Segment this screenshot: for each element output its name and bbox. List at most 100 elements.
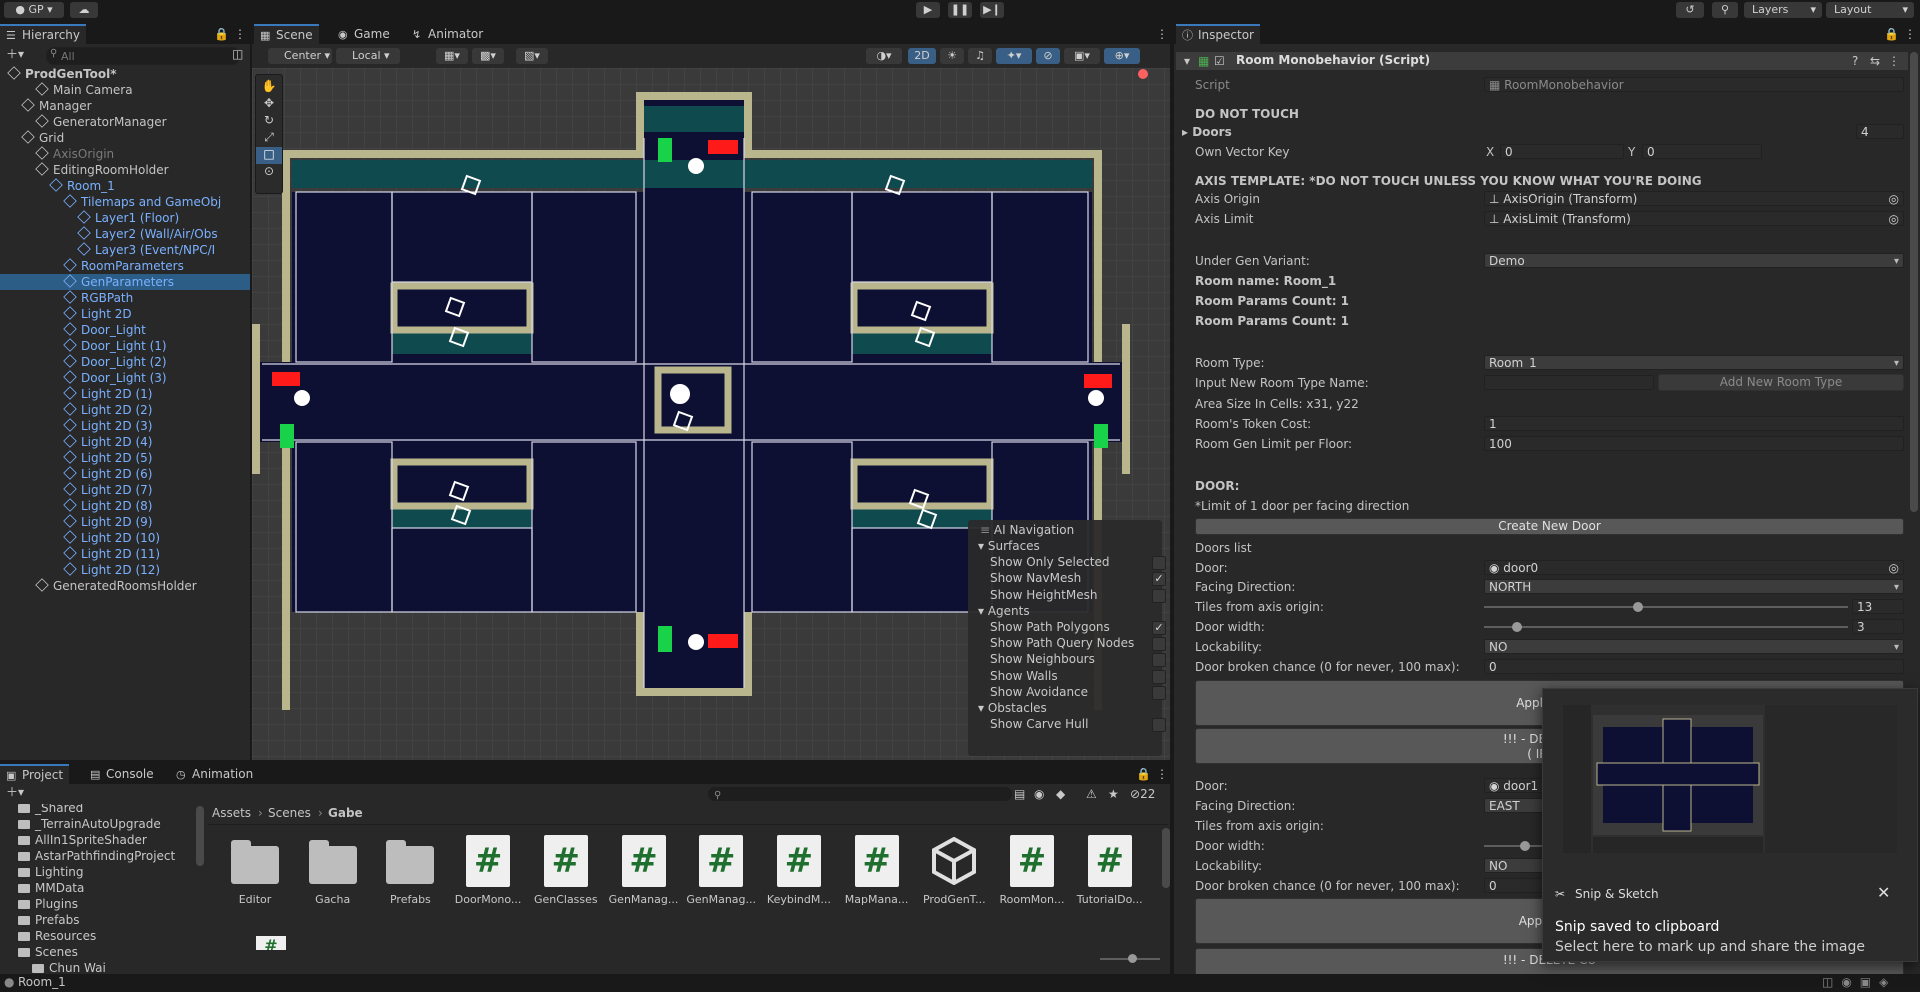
- asset-item[interactable]: # GenManag...: [609, 833, 679, 906]
- project-folder-item[interactable]: Lighting: [18, 864, 84, 880]
- asset-item[interactable]: ProdGenT...: [919, 833, 989, 906]
- hierarchy-item[interactable]: Door_Light: [0, 322, 250, 338]
- zoom-slider-knob[interactable]: [1128, 954, 1137, 963]
- checkbox[interactable]: ✓: [1152, 572, 1166, 587]
- new-room-type-input[interactable]: [1484, 375, 1654, 390]
- tab-console[interactable]: ▤ Console: [84, 765, 160, 784]
- tab-animator[interactable]: ↯ Animator: [406, 25, 489, 44]
- snap-increment-icon[interactable]: ▩▾: [472, 48, 504, 64]
- doors-foldout[interactable]: ▸ Doors: [1182, 124, 1232, 140]
- hierarchy-item[interactable]: Door_Light (3): [0, 370, 250, 386]
- checkbox[interactable]: [1152, 669, 1166, 684]
- tab-hierarchy[interactable]: ☰ Hierarchy: [0, 24, 87, 45]
- pause-button[interactable]: ❚❚: [948, 2, 972, 18]
- tab-inspector[interactable]: ⓘ Inspector: [1176, 24, 1260, 45]
- tree-scrollbar[interactable]: [196, 806, 204, 866]
- lockability-dropdown[interactable]: NO: [1484, 639, 1904, 654]
- space-dropdown[interactable]: Local ▾: [336, 48, 400, 64]
- tiles-value-field[interactable]: 13: [1852, 599, 1904, 614]
- tab-scene[interactable]: ▦ Scene: [254, 24, 319, 45]
- hidden-objects-icon[interactable]: ⊘: [1036, 48, 1060, 64]
- project-folder-item[interactable]: Chun Wai: [32, 960, 106, 974]
- hierarchy-item[interactable]: Light 2D (8): [0, 498, 250, 514]
- scene-filter-icon[interactable]: ▤: [1014, 786, 1025, 802]
- checkbox[interactable]: [1152, 637, 1166, 652]
- hierarchy-item[interactable]: Light 2D (4): [0, 434, 250, 450]
- ai-nav-option[interactable]: Show HeightMesh: [990, 588, 1097, 603]
- project-search-input[interactable]: ⚲: [708, 787, 1012, 801]
- hierarchy-item[interactable]: Light 2D (1): [0, 386, 250, 402]
- preset-icon[interactable]: ⇆: [1870, 53, 1880, 69]
- camera-icon[interactable]: ▣▾: [1064, 48, 1100, 64]
- menu-icon[interactable]: ⋮: [1156, 26, 1168, 42]
- tiles-slider-track[interactable]: [1484, 606, 1848, 608]
- checkbox[interactable]: [1152, 653, 1166, 668]
- project-folder-item[interactable]: Plugins: [18, 896, 78, 912]
- tab-animation[interactable]: ◷ Animation: [170, 765, 259, 784]
- snip-notification[interactable]: ✂ Snip & Sketch ✕ Snip saved to clipboar…: [1542, 688, 1918, 962]
- ai-nav-option[interactable]: Show Path Query Nodes: [990, 636, 1134, 651]
- layout-dropdown[interactable]: Layout ▾: [1826, 2, 1914, 18]
- ai-nav-section-header[interactable]: ▾ Surfaces: [978, 539, 1040, 554]
- hierarchy-item[interactable]: Light 2D (3): [0, 418, 250, 434]
- project-folder-item[interactable]: Resources: [18, 928, 96, 944]
- width-slider-track[interactable]: [1484, 626, 1848, 628]
- asset-item[interactable]: Prefabs: [375, 833, 445, 906]
- label-filter-icon[interactable]: ◆: [1056, 786, 1065, 802]
- hierarchy-item[interactable]: Light 2D (10): [0, 530, 250, 546]
- hierarchy-item[interactable]: Manager: [0, 98, 250, 114]
- hierarchy-item[interactable]: Layer3 (Event/NPC/I: [0, 242, 250, 258]
- account-dropdown[interactable]: ● GP ▾: [4, 2, 64, 18]
- favorite-icon[interactable]: ★: [1108, 786, 1119, 802]
- checkbox[interactable]: [1152, 685, 1166, 700]
- target-icon[interactable]: ◎: [1889, 192, 1899, 205]
- hierarchy-item[interactable]: AxisOrigin: [0, 146, 250, 162]
- hierarchy-item[interactable]: Light 2D (12): [0, 562, 250, 578]
- project-folder-item[interactable]: _TerrainAutoUpgrade: [18, 816, 161, 832]
- script-icon[interactable]: #: [256, 936, 286, 950]
- grid-snap-icon[interactable]: ▦▾: [436, 48, 468, 64]
- broken-chance-field[interactable]: 0: [1484, 659, 1904, 674]
- x-field[interactable]: 0: [1500, 144, 1624, 159]
- grid-visibility-icon[interactable]: ▧▾: [516, 48, 548, 64]
- axis-limit-field[interactable]: ⊥ AxisLimit (Transform) ◎: [1484, 211, 1904, 226]
- hierarchy-item[interactable]: Tilemaps and GameObj: [0, 194, 250, 210]
- asset-item[interactable]: # RoomMon...: [997, 833, 1067, 906]
- tiles-slider-knob[interactable]: [1632, 602, 1643, 612]
- checkbox[interactable]: ✓: [1152, 621, 1166, 635]
- ai-nav-option[interactable]: Show Walls: [990, 669, 1058, 684]
- asset-item[interactable]: Gacha: [298, 833, 368, 906]
- project-folder-item[interactable]: _Shared: [18, 804, 83, 816]
- hierarchy-item[interactable]: GenParameters: [0, 274, 250, 290]
- hidden-count-icon[interactable]: ⊘22: [1130, 786, 1155, 802]
- hierarchy-item[interactable]: Light 2D (2): [0, 402, 250, 418]
- hierarchy-item[interactable]: Light 2D: [0, 306, 250, 322]
- project-folder-item[interactable]: Scenes: [18, 944, 78, 960]
- menu-icon[interactable]: ⋮: [1904, 26, 1916, 42]
- tab-project[interactable]: ▣ Project: [0, 764, 70, 785]
- menu-icon[interactable]: ⋮: [234, 26, 246, 42]
- menu-icon[interactable]: ⋮: [1888, 53, 1900, 69]
- width-slider-knob[interactable]: [1520, 841, 1530, 851]
- asset-item[interactable]: # DoorMono...: [453, 833, 523, 906]
- inspector-scrollbar[interactable]: [1910, 52, 1918, 512]
- asset-item[interactable]: # GenManag...: [686, 833, 756, 906]
- hierarchy-item[interactable]: Light 2D (5): [0, 450, 250, 466]
- ai-nav-section-header[interactable]: ▾ Agents: [978, 604, 1030, 619]
- checkbox[interactable]: [1152, 718, 1166, 733]
- hierarchy-item[interactable]: Room_1: [0, 178, 250, 194]
- breadcrumb-assets[interactable]: Assets: [212, 806, 251, 820]
- ai-nav-option[interactable]: Show Avoidance: [990, 685, 1088, 700]
- lock-icon[interactable]: 🔒: [1136, 766, 1151, 782]
- enable-checkbox[interactable]: ☑: [1214, 53, 1225, 69]
- step-button[interactable]: ▶❙: [980, 2, 1004, 18]
- close-icon[interactable]: ✕: [1877, 883, 1890, 902]
- add-icon[interactable]: ＋▾: [6, 46, 24, 62]
- create-door-button[interactable]: Create New Door: [1195, 518, 1904, 535]
- type-filter-icon[interactable]: ◉: [1034, 786, 1044, 802]
- hierarchy-item[interactable]: Light 2D (6): [0, 466, 250, 482]
- hierarchy-item[interactable]: Light 2D (7): [0, 482, 250, 498]
- target-icon[interactable]: ◎: [1889, 561, 1899, 574]
- hierarchy-item[interactable]: Light 2D (11): [0, 546, 250, 562]
- project-folder-item[interactable]: Prefabs: [18, 912, 80, 928]
